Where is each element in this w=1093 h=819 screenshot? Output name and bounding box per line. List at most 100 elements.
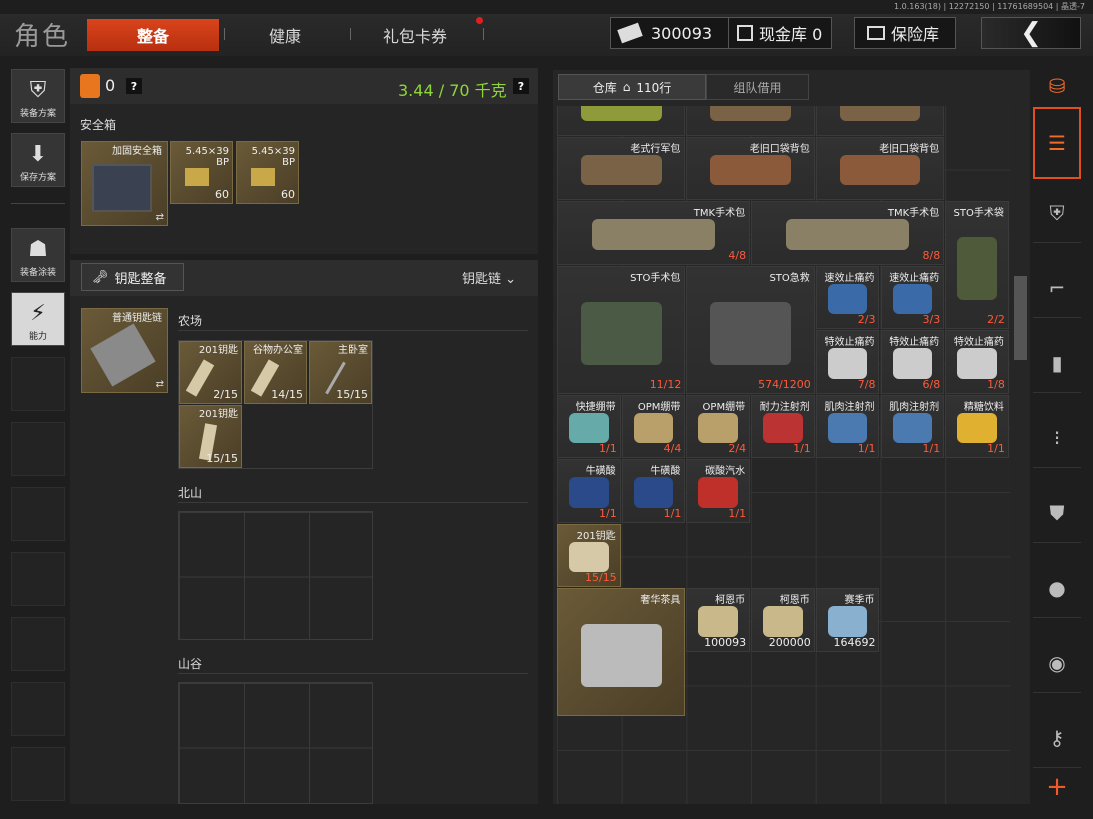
ammo-slot-1[interactable]: 5.45×39 BP 60	[170, 141, 233, 204]
weight-help-icon[interactable]: ?	[513, 78, 529, 94]
back-arrow-icon: ❮	[1020, 18, 1042, 48]
key-item[interactable]: 201钥匙 2/15	[179, 341, 242, 404]
loadout-preset-button[interactable]: ⛨ 装备方案	[11, 69, 65, 123]
storage-item[interactable]: 奢华茶具	[557, 588, 686, 716]
key-count: 15/15	[336, 388, 368, 401]
grenade-icon[interactable]: ●	[1033, 558, 1081, 618]
empty-slot	[11, 617, 65, 671]
item-name: 赛季币	[844, 595, 875, 606]
save-preset-button[interactable]: ⬇ 保存方案	[11, 133, 65, 187]
storage-item[interactable]: 特效止痛药 6/8	[880, 330, 945, 394]
scrollbar[interactable]	[1014, 276, 1027, 360]
back-button[interactable]: ❮	[981, 17, 1081, 49]
storage-item[interactable]: 老式行军包	[557, 136, 686, 200]
storage-item[interactable]: 精糖饮料 1/1	[945, 394, 1009, 458]
ammo-icon[interactable]: ⁝	[1033, 408, 1081, 468]
storage-item[interactable]: 特效止痛药 1/8	[945, 330, 1009, 394]
storage-item[interactable]: STO手术包 11/12	[557, 265, 686, 394]
storage-item[interactable]: 老式行军包	[686, 106, 815, 136]
armor-icon[interactable]: ⛊	[1033, 483, 1081, 543]
layers-icon[interactable]: ☰	[1033, 107, 1081, 179]
item-count: 200000	[768, 635, 811, 649]
money-amount: 300093	[651, 23, 713, 43]
key-icon[interactable]: ⚷	[1033, 708, 1081, 768]
key-name: 主卧室	[338, 345, 368, 356]
item-count: 15/15	[584, 571, 617, 584]
storage-item[interactable]: 老式行军包	[815, 106, 945, 136]
storage-item[interactable]: TMK手术包 4/8	[557, 201, 751, 265]
storage-item[interactable]: 特效止痛药 7/8	[815, 330, 880, 394]
money-icon	[617, 22, 643, 44]
backpack-icon[interactable]: ⛨	[1033, 183, 1081, 243]
cash-vault-button[interactable]: 现金库 0	[728, 17, 832, 49]
item-image	[710, 106, 792, 121]
item-count: 100093	[704, 635, 747, 649]
key-arrange-button[interactable]: 🗝 钥匙整备	[81, 263, 184, 291]
food-icon[interactable]: ◉	[1033, 633, 1081, 693]
storage-item[interactable]: 大型登山包	[557, 106, 686, 136]
storage-item[interactable]: STO急救 574/1200	[686, 265, 815, 394]
storage-item[interactable]: 速效止痛药 2/3	[815, 265, 880, 329]
item-name: 肌肉注射剂	[824, 401, 875, 413]
storage-item[interactable]: STO手术袋 2/2	[945, 201, 1009, 329]
storage-item[interactable]: 速效止痛药 3/3	[880, 265, 945, 329]
storage-item[interactable]: 牛磺酸 1/1	[557, 459, 621, 523]
keychain-dropdown[interactable]: 钥匙链 ⌄	[462, 268, 516, 287]
storage-item[interactable]: 碳酸汽水 1/1	[686, 459, 751, 523]
storage-item[interactable]: 老旧口袋背包	[686, 136, 815, 200]
insurance-vault-button[interactable]: 保险库	[854, 17, 956, 49]
tab-divider	[350, 28, 351, 40]
storage-item[interactable]: 赛季币 164692	[815, 588, 880, 652]
equipment-skin-button[interactable]: ☗ 装备涂装	[11, 228, 65, 282]
storage-item[interactable]: 耐力注射剂 1/1	[751, 394, 815, 458]
tab-gift-cards[interactable]: 礼包卡券	[360, 19, 470, 51]
reinforced-safebox[interactable]: 加固安全箱 ⇄	[81, 141, 168, 226]
keychain-item[interactable]: 普通钥匙链 ⇄	[81, 308, 168, 393]
item-count: 1/1	[728, 506, 747, 520]
key-image	[185, 359, 215, 397]
key-item[interactable]: 主卧室 15/15	[309, 341, 372, 404]
item-image	[763, 606, 803, 637]
page-title: 角色	[14, 22, 71, 52]
storage-item[interactable]: 老旧口袋背包	[815, 136, 945, 200]
item-name: 柯恩币	[779, 595, 810, 606]
key-item[interactable]: 谷物办公室 14/15	[244, 341, 307, 404]
ammo-slot-2[interactable]: 5.45×39 BP 60	[236, 141, 299, 204]
item-count: 7/8	[857, 377, 876, 391]
empty-slot	[11, 357, 65, 411]
item-image	[839, 106, 921, 121]
zone-divider	[178, 330, 528, 331]
item-count: 6/8	[922, 377, 941, 391]
tab-loadout[interactable]: 整备	[87, 19, 219, 51]
storage-item[interactable]: OPM绷带 4/4	[621, 394, 686, 458]
storage-item[interactable]: 柯恩币 100093	[686, 588, 751, 652]
storage-item[interactable]: 201钥匙 15/15	[557, 523, 621, 587]
storage-item[interactable]: 肌肉注射剂 1/1	[880, 394, 945, 458]
help-icon[interactable]: ?	[126, 78, 142, 94]
tab-divider	[483, 28, 484, 40]
item-name: 201钥匙	[576, 530, 616, 542]
ability-button[interactable]: ⚡ 能力	[11, 292, 65, 346]
storage-tab-label: 仓库	[592, 80, 617, 95]
tab-storage[interactable]: 仓库 ⌂ 110行	[558, 74, 706, 100]
storage-item[interactable]: 牛磺酸 1/1	[621, 459, 686, 523]
storage-item[interactable]: TMK手术包 8/8	[751, 201, 945, 265]
key-item[interactable]: 201钥匙 15/15	[179, 405, 242, 468]
item-count: 2/4	[728, 442, 747, 455]
item-image	[786, 219, 909, 250]
storage-item[interactable]: OPM绷带 2/4	[686, 394, 751, 458]
item-count: 1/1	[793, 442, 811, 455]
stack-icon[interactable]: ⛁	[1033, 68, 1081, 104]
item-name: 特效止痛药	[824, 337, 875, 348]
rifle-icon[interactable]: ⌐	[1033, 258, 1081, 318]
sidebar-divider	[11, 203, 65, 204]
insurance-vault-label: 保险库	[891, 25, 940, 44]
storage-item[interactable]: 肌肉注射剂 1/1	[815, 394, 880, 458]
magazine-icon[interactable]: ▮	[1033, 333, 1081, 393]
plus-icon[interactable]: +	[1033, 770, 1081, 804]
tab-team-borrow[interactable]: 组队借用	[706, 74, 809, 100]
storage-item[interactable]: 快捷绷带 1/1	[557, 394, 621, 458]
version-text: 1.0.163(18) | 12272150 | 11761689504 | 晶…	[894, 2, 1085, 11]
storage-item[interactable]: 柯恩币 200000	[751, 588, 815, 652]
tab-health[interactable]: 健康	[230, 19, 340, 51]
